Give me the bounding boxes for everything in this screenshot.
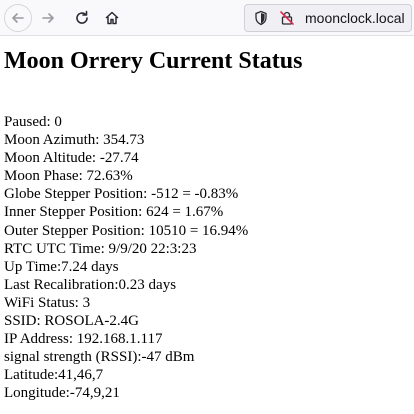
shield-icon[interactable] [253,9,271,27]
status-longitude: Longitude:-74,9,21 [4,385,120,402]
status-last-recalibration: Last Recalibration:0.23 days [4,276,177,293]
back-arrow-icon [12,13,24,23]
page-content: Moon Orrery Current Status Paused: 0 Moo… [0,49,414,403]
insecure-lock-icon[interactable] [279,9,297,27]
url-text[interactable]: moonclock.local [305,10,405,26]
browser-toolbar: moonclock.local [0,0,414,36]
url-bar[interactable]: moonclock.local [244,4,412,32]
status-latitude: Latitude:41,46,7 [4,367,104,384]
status-outer-stepper: Outer Stepper Position: 10510 = 16.94% [4,222,249,239]
back-button[interactable] [4,4,32,32]
status-paused: Paused: 0 [4,114,62,130]
status-moon-phase: Moon Phase: 72.63% [4,168,133,185]
status-moon-altitude: Moon Altitude: -27.74 [4,150,139,167]
forward-button[interactable] [34,4,62,32]
status-rtc-time: RTC UTC Time: 9/9/20 22:3:23 [4,240,197,257]
status-rssi: signal strength (RSSI):-47 dBm [4,349,195,366]
status-ip-address: IP Address: 192.168.1.117 [4,331,163,348]
reload-button[interactable] [68,4,96,32]
status-list: Paused: 0 Moon Azimuth: 354.73 Moon Alti… [4,113,414,403]
status-up-time: Up Time:7.24 days [4,258,119,275]
reload-icon [76,10,88,24]
status-inner-stepper: Inner Stepper Position: 624 = 1.67% [4,204,224,221]
home-icon [105,11,119,25]
page-title: Moon Orrery Current Status [4,48,303,74]
status-moon-azimuth: Moon Azimuth: 354.73 [4,132,145,149]
status-ssid: SSID: ROSOLA-2.4G [4,313,140,330]
status-globe-stepper: Globe Stepper Position: -512 = -0.83% [4,186,239,203]
status-wifi: WiFi Status: 3 [4,294,91,311]
forward-arrow-icon [42,13,54,23]
home-button[interactable] [98,4,126,32]
